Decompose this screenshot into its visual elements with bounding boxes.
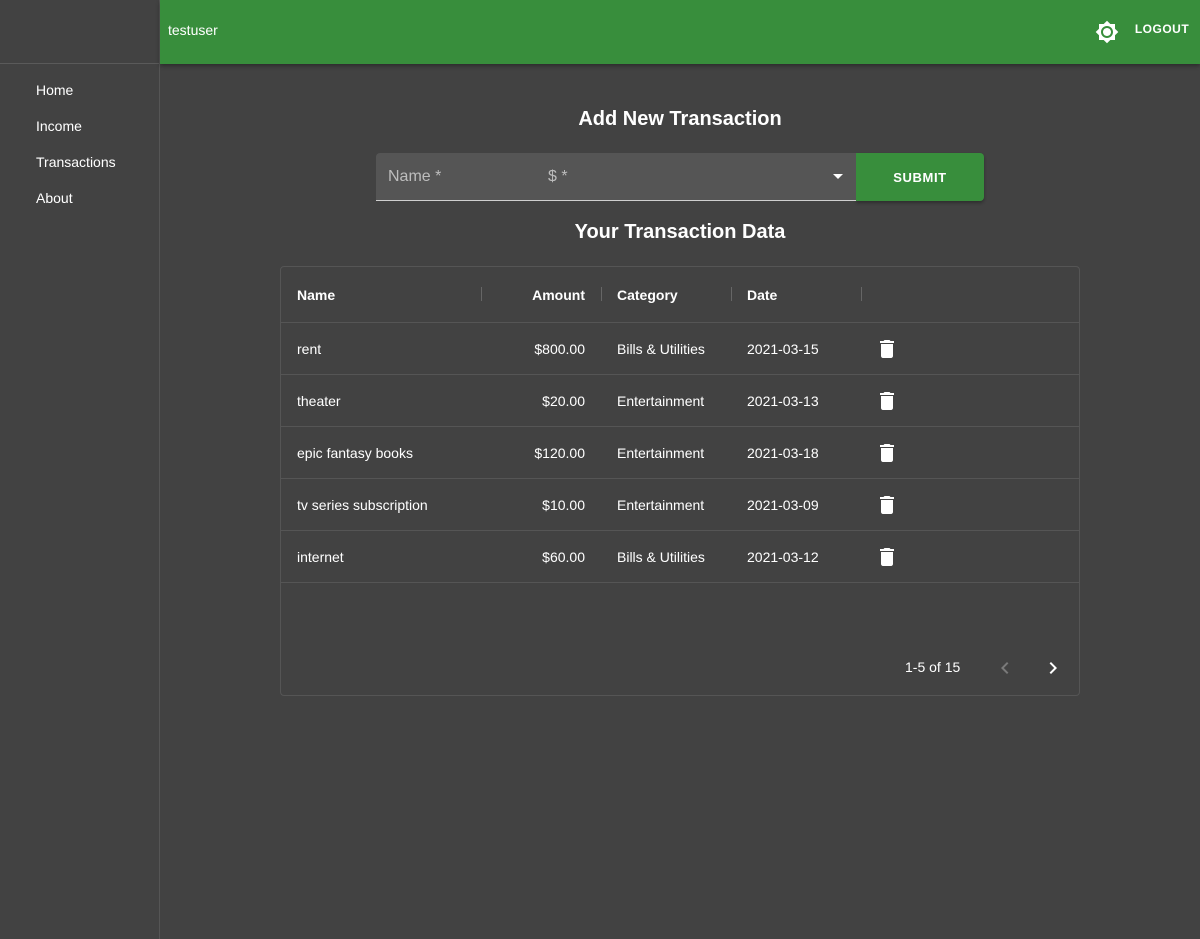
chevron-right-icon	[1049, 662, 1057, 674]
row-amount: $800.00	[534, 340, 585, 357]
brightness-icon	[1095, 20, 1119, 44]
dropdown-arrow-icon	[833, 173, 843, 179]
sidebar-header	[0, 0, 159, 64]
table-title: Your Transaction Data	[574, 221, 786, 243]
row-date: 2021-03-13	[747, 392, 819, 409]
row-category: Entertainment	[617, 444, 705, 461]
delete-button[interactable]	[877, 479, 897, 530]
column-separator[interactable]	[601, 287, 602, 301]
delete-icon	[880, 443, 894, 462]
pagination-label: 1-5 of 15	[905, 659, 961, 675]
row-amount: $20.00	[542, 392, 585, 409]
username: testuser	[168, 22, 218, 38]
column-header-date[interactable]: Date	[747, 267, 867, 322]
delete-icon	[880, 547, 894, 566]
previous-page-button[interactable]	[993, 656, 1017, 680]
row-amount: $120.00	[534, 444, 585, 461]
row-date: 2021-03-18	[747, 444, 819, 461]
row-date: 2021-03-09	[747, 496, 819, 513]
row-name: internet	[297, 548, 344, 565]
column-separator[interactable]	[731, 287, 732, 301]
category-select[interactable]	[696, 153, 856, 201]
table-row: tv series subscription $10.00 Entertainm…	[281, 479, 1079, 531]
row-amount: $60.00	[542, 548, 585, 565]
sidebar: Home Income Transactions About	[0, 0, 160, 939]
name-input[interactable]	[376, 153, 536, 200]
column-header-amount[interactable]: Amount	[481, 267, 585, 322]
delete-button[interactable]	[877, 375, 897, 426]
table-row: internet $60.00 Bills & Utilities 2021-0…	[281, 531, 1079, 583]
row-category: Entertainment	[617, 392, 705, 409]
logout-button[interactable]: LOGOUT	[1130, 22, 1194, 36]
delete-icon	[880, 391, 894, 410]
sidebar-item-transactions[interactable]: Transactions	[0, 144, 159, 180]
table-row: theater $20.00 Entertainment 2021-03-13	[281, 375, 1079, 427]
row-date: 2021-03-15	[747, 340, 819, 357]
submit-button[interactable]: SUBMIT	[856, 153, 984, 201]
row-category: Entertainment	[617, 496, 705, 513]
transaction-table: Name Amount Category Date rent $800.00 B…	[280, 266, 1080, 696]
delete-button[interactable]	[877, 323, 897, 374]
sidebar-item-income[interactable]: Income	[0, 108, 159, 144]
amount-field-wrapper	[536, 153, 696, 201]
table-header-row: Name Amount Category Date	[281, 267, 1079, 323]
row-name: rent	[297, 340, 322, 357]
next-page-button[interactable]	[1041, 656, 1065, 680]
delete-button[interactable]	[877, 427, 897, 478]
column-header-category[interactable]: Category	[617, 267, 737, 322]
transaction-form: SUBMIT	[376, 153, 984, 201]
row-name: tv series subscription	[297, 496, 428, 513]
pagination: 1-5 of 15	[281, 641, 1079, 693]
column-header-name[interactable]: Name	[297, 267, 477, 322]
row-category: Bills & Utilities	[617, 340, 705, 357]
chevron-left-icon	[1001, 662, 1009, 674]
sidebar-item-about[interactable]: About	[0, 180, 159, 216]
form-title: Add New Transaction	[578, 108, 782, 130]
nav-list: Home Income Transactions About	[0, 64, 159, 216]
row-name: theater	[297, 392, 341, 409]
row-date: 2021-03-12	[747, 548, 819, 565]
table-row: rent $800.00 Bills & Utilities 2021-03-1…	[281, 323, 1079, 375]
row-amount: $10.00	[542, 496, 585, 513]
row-category: Bills & Utilities	[617, 548, 705, 565]
amount-input[interactable]	[536, 153, 696, 200]
delete-icon	[880, 495, 894, 514]
delete-button[interactable]	[877, 531, 897, 582]
app-bar: testuser LOGOUT	[160, 0, 1200, 64]
main-content: Add New Transaction SUBMIT Your Transact…	[160, 64, 1200, 939]
column-separator[interactable]	[861, 287, 862, 301]
table-row: epic fantasy books $120.00 Entertainment…	[281, 427, 1079, 479]
sidebar-item-home[interactable]: Home	[0, 72, 159, 108]
delete-icon	[880, 339, 894, 358]
name-field-wrapper	[376, 153, 536, 201]
row-name: epic fantasy books	[297, 444, 413, 461]
theme-toggle-button[interactable]	[1094, 19, 1120, 45]
